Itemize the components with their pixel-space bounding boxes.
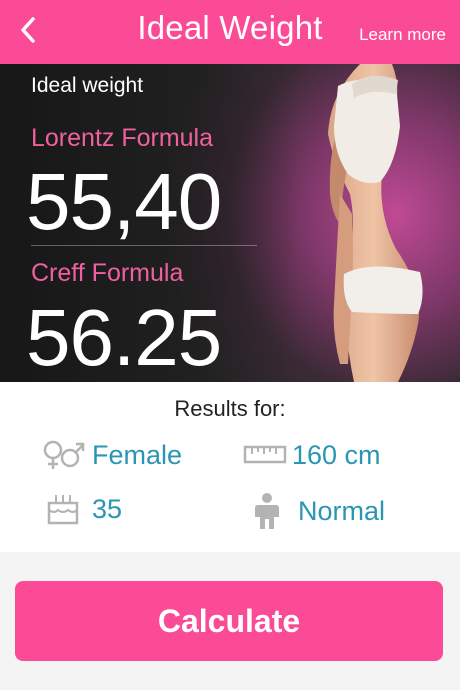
results-title: Results for: xyxy=(174,396,286,421)
gender-item[interactable]: Female xyxy=(42,439,182,471)
build-item[interactable]: Normal xyxy=(252,492,385,530)
age-value: 35 xyxy=(92,493,123,524)
cake-icon xyxy=(46,492,80,526)
app-header: Ideal Weight Learn more xyxy=(0,0,460,64)
divider xyxy=(31,245,257,246)
height-value: 160 cm xyxy=(292,439,381,470)
body-figure-illustration xyxy=(328,64,423,382)
height-item[interactable]: 160 cm xyxy=(243,439,381,471)
gender-value: Female xyxy=(92,439,183,470)
age-item[interactable]: 35 xyxy=(46,492,122,526)
ideal-weight-label: Ideal weight xyxy=(31,74,144,97)
build-value: Normal xyxy=(298,495,386,526)
gender-icon xyxy=(42,439,86,471)
lorentz-value: 55,40 xyxy=(26,157,222,246)
results-section: Results for: Female 160 cm 35 Normal xyxy=(0,382,460,552)
creff-value: 56.25 xyxy=(26,293,222,382)
lorentz-formula-label: Lorentz Formula xyxy=(31,124,214,152)
learn-more-link[interactable]: Learn more xyxy=(359,25,446,45)
creff-formula-label: Creff Formula xyxy=(31,259,184,287)
person-icon xyxy=(252,492,282,530)
ruler-icon xyxy=(243,439,287,471)
calculate-button[interactable]: Calculate xyxy=(15,581,443,661)
result-panel: Ideal weight Lorentz Formula 55,40 Creff… xyxy=(0,64,460,382)
